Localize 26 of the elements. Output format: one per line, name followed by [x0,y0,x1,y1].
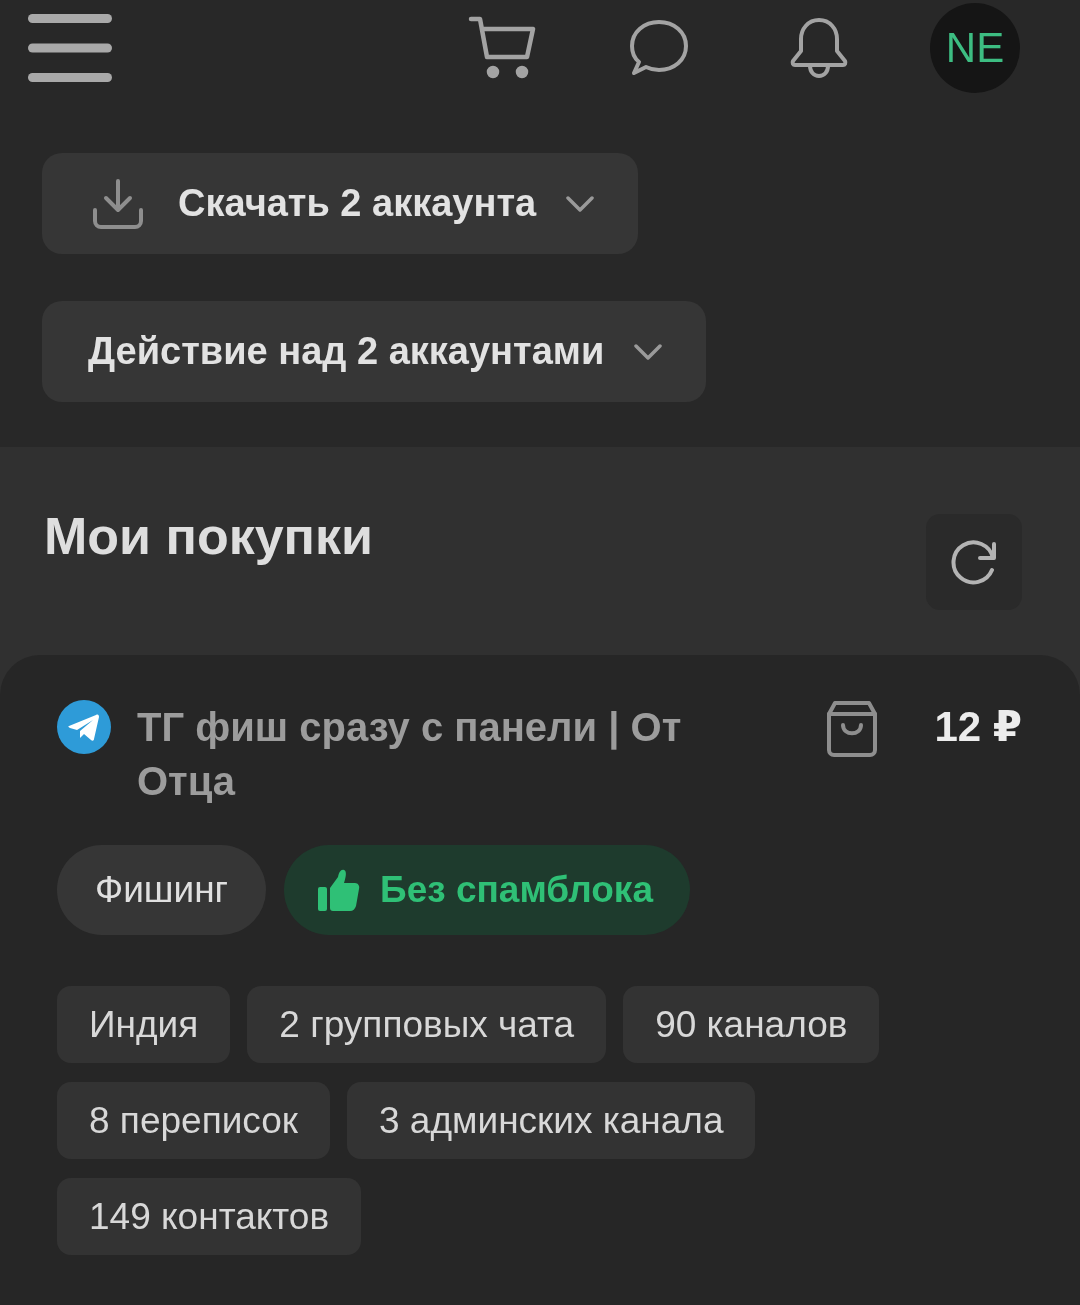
thumbs-up-icon [318,869,361,911]
info-tag: 2 групповых чата [247,986,607,1063]
paper-plane-icon [57,700,111,754]
chat-icon[interactable] [630,19,688,76]
product-title[interactable]: ТГ фиш сразу с панели | От Отца [137,700,747,808]
cart-icon[interactable] [468,15,536,80]
section-title: Мои покупки [44,506,373,567]
refresh-icon [950,538,998,586]
menu-button[interactable] [28,13,112,82]
info-tag: 3 админских канала [347,1082,756,1159]
badge-label: Фишинг [95,869,229,911]
refresh-button[interactable] [926,514,1022,610]
action-dropdown[interactable]: Действие над 2 аккаунтами [42,301,707,402]
info-tag: 8 переписок [57,1082,330,1159]
info-tag: 149 контактов [57,1178,362,1255]
notification-icon[interactable] [790,16,848,79]
info-tag: Индия [57,986,231,1063]
download-dropdown[interactable]: Скачать 2 аккаунта [42,153,639,254]
info-tag: 90 каналов [623,986,880,1063]
price: 12 ₽ [934,702,1022,752]
user-avatar[interactable]: NE [930,2,1020,93]
shopping-bag-icon[interactable] [826,700,879,758]
chevron-down-icon [566,195,595,212]
chevron-down-icon [634,343,663,360]
badge-label: Без спамблока [380,869,653,911]
download-icon [92,177,144,230]
